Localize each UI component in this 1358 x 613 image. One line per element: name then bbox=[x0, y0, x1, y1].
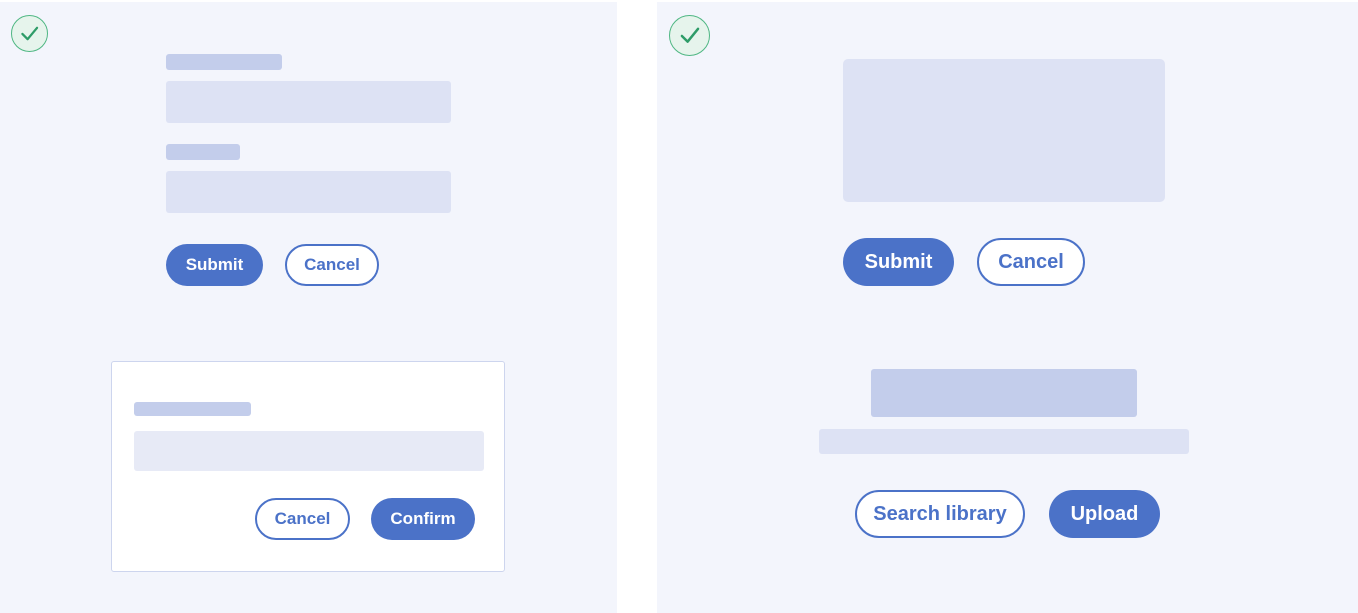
dialog-cancel-button[interactable]: Cancel bbox=[255, 498, 350, 540]
dialog-field-placeholder[interactable] bbox=[134, 431, 484, 471]
cancel-button[interactable]: Cancel bbox=[977, 238, 1085, 286]
check-circle-icon bbox=[669, 15, 710, 56]
dialog-label-placeholder bbox=[134, 402, 251, 416]
submit-button[interactable]: Submit bbox=[843, 238, 954, 286]
upload-button[interactable]: Upload bbox=[1049, 490, 1160, 538]
submit-button[interactable]: Submit bbox=[166, 244, 263, 286]
dialog: Cancel Confirm bbox=[111, 361, 505, 572]
empty-state-heading-placeholder bbox=[871, 369, 1137, 417]
search-library-button[interactable]: Search library bbox=[855, 490, 1025, 538]
confirm-button[interactable]: Confirm bbox=[371, 498, 475, 540]
text-field-placeholder[interactable] bbox=[166, 81, 451, 123]
field-label-placeholder bbox=[166, 144, 240, 160]
left-example-panel: Submit Cancel Cancel Confirm bbox=[0, 2, 617, 613]
content-placeholder bbox=[843, 59, 1165, 202]
check-circle-icon bbox=[11, 15, 48, 52]
text-field-placeholder[interactable] bbox=[166, 171, 451, 213]
empty-state-text-placeholder bbox=[819, 429, 1189, 454]
field-label-placeholder bbox=[166, 54, 282, 70]
right-example-panel: Submit Cancel Search library Upload bbox=[657, 2, 1358, 613]
cancel-button[interactable]: Cancel bbox=[285, 244, 379, 286]
